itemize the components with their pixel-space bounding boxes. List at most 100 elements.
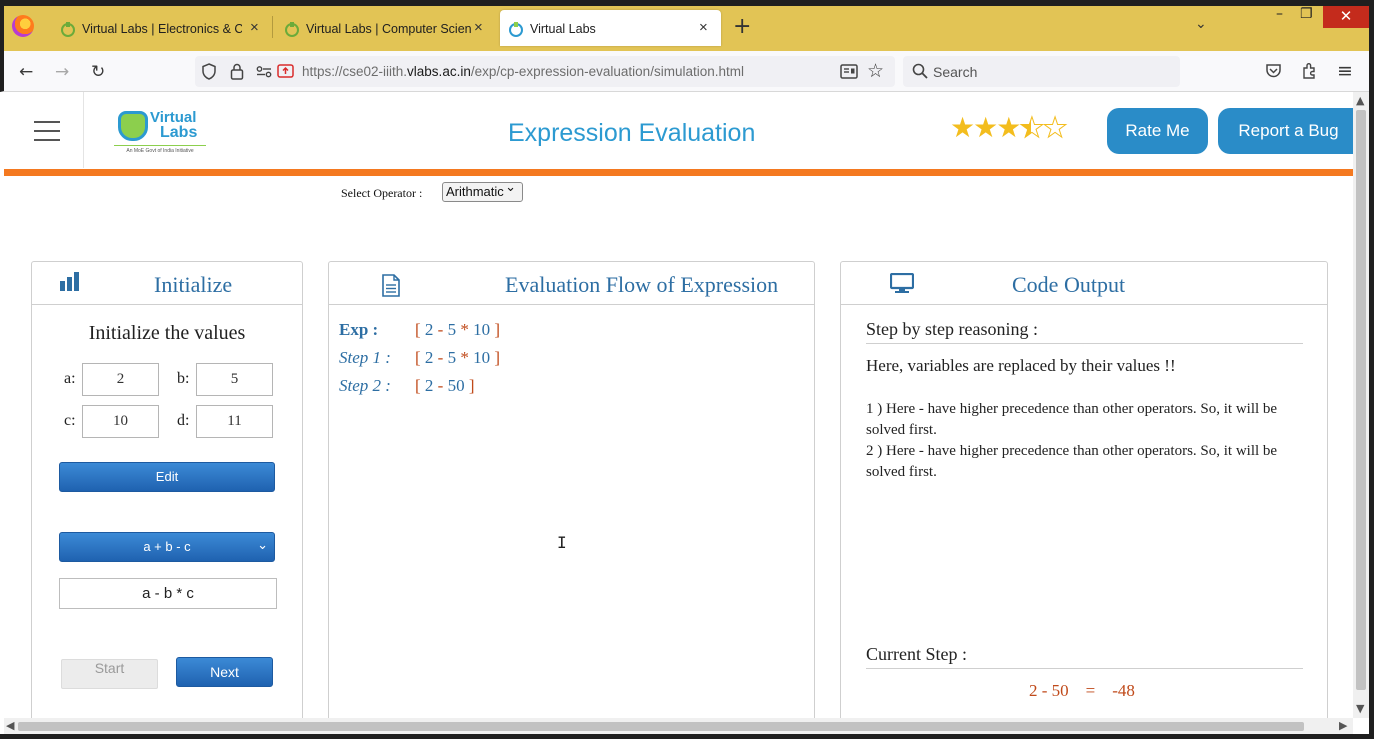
tab-close-icon[interactable]: ×	[474, 19, 483, 36]
star-rating[interactable]: ★★★★★	[950, 111, 1068, 145]
list-all-tabs-icon[interactable]: ⌄	[1195, 16, 1207, 32]
reasoning-intro: Here, variables are replaced by their va…	[866, 356, 1176, 375]
page-content: Virtual Labs An MoE Govt of India Initia…	[4, 92, 1353, 718]
star-icon[interactable]: ★	[950, 111, 975, 144]
tab-separator	[272, 16, 273, 38]
flow-row-expression: [ 2 - 50 ]	[415, 376, 475, 395]
var-a-input[interactable]: 2	[82, 363, 159, 396]
new-tab-icon[interactable]: +	[733, 14, 751, 39]
search-icon	[912, 63, 928, 79]
star-icon[interactable]: ★	[996, 111, 1021, 144]
operator-label: Select Operator :	[341, 186, 423, 200]
half-star-icon[interactable]: ★	[1019, 111, 1045, 145]
chevron-down-icon: ⌄	[257, 537, 268, 552]
reader-view-icon[interactable]	[840, 63, 858, 80]
next-button[interactable]: Next	[176, 657, 273, 687]
header-accent-bar	[4, 169, 1353, 176]
panel-header: Evaluation Flow of Expression	[329, 262, 814, 305]
browser-tab-virtual-labs[interactable]: Virtual Labs ×	[500, 10, 721, 46]
horizontal-scrollbar[interactable]: ◀ ▶	[4, 718, 1353, 734]
panel-title: Evaluation Flow of Expression	[505, 272, 779, 297]
tab-close-icon[interactable]: ×	[699, 19, 708, 36]
panel-header: Initialize	[32, 262, 302, 305]
bar-chart-icon	[60, 272, 79, 291]
start-button[interactable]: Start	[61, 659, 158, 689]
scroll-down-icon[interactable]: ▼	[1356, 702, 1364, 715]
empty-star-icon[interactable]: ★	[1042, 111, 1068, 145]
expression-select[interactable]: a + b - c ⌄	[59, 532, 275, 562]
virtual-labs-logo[interactable]: Virtual Labs An MoE Govt of India Initia…	[114, 107, 209, 155]
panel-header: Code Output	[841, 262, 1327, 305]
tab-label: Virtual Labs | Computer Science	[306, 22, 472, 36]
expression-select-value: a + b - c	[143, 539, 191, 554]
search-placeholder[interactable]: Search	[933, 64, 977, 80]
flow-row-expression: [ 2 - 5 * 10 ]	[415, 348, 501, 367]
forward-icon[interactable]: →	[55, 62, 69, 82]
reasoning-step: 1 ) Here - have higher precedence than o…	[866, 401, 1278, 438]
var-c-input[interactable]: 10	[82, 405, 159, 438]
document-icon	[382, 274, 400, 297]
extensions-icon[interactable]	[1301, 62, 1318, 79]
current-step-heading: Current Step :	[866, 644, 967, 664]
scrollbar-thumb[interactable]	[18, 722, 1304, 731]
page-title: Expression Evaluation	[508, 119, 756, 147]
star-icon[interactable]: ★	[973, 111, 998, 144]
divider	[866, 668, 1303, 669]
flow-row-label: Exp :	[339, 320, 379, 339]
operator-select[interactable]: Arithmatic	[442, 179, 523, 202]
window-frame	[1369, 0, 1374, 739]
init-subtitle: Initialize the values	[88, 322, 246, 344]
app-menu-icon[interactable]: ≡	[1337, 60, 1353, 82]
scrollbar-thumb[interactable]	[1356, 110, 1366, 690]
report-bug-button[interactable]: Report a Bug	[1218, 108, 1353, 154]
bookmark-star-icon[interactable]: ☆	[867, 60, 884, 82]
window-close-icon[interactable]: ✕	[1323, 6, 1369, 28]
var-a-label: a:	[64, 370, 76, 387]
permissions-icon[interactable]	[256, 65, 272, 78]
vertical-scrollbar[interactable]: ▲ ▼	[1353, 92, 1369, 718]
flow-row-label: Step 2 :	[339, 376, 391, 395]
minimize-icon[interactable]: –	[1276, 6, 1283, 22]
var-d-label: d:	[177, 412, 190, 429]
scroll-right-icon[interactable]: ▶	[1339, 719, 1347, 732]
edit-button[interactable]: Edit	[59, 462, 275, 492]
divider	[866, 343, 1303, 344]
var-c-label: c:	[64, 412, 76, 429]
back-icon[interactable]: ←	[19, 62, 33, 82]
window-frame	[0, 734, 1374, 739]
browser-tab-electronics[interactable]: Virtual Labs | Electronics & Com ×	[52, 10, 268, 46]
scroll-up-icon[interactable]: ▲	[1356, 94, 1364, 107]
expression-input[interactable]: a - b * c	[59, 578, 277, 609]
text-cursor-icon: I	[557, 533, 567, 552]
flask-icon	[118, 111, 148, 141]
firefox-logo-icon[interactable]	[12, 15, 34, 37]
pocket-icon[interactable]	[1265, 63, 1282, 79]
var-d-input[interactable]: 11	[196, 405, 273, 438]
virtual-labs-favicon-icon	[285, 22, 299, 37]
panel-title: Initialize	[154, 272, 233, 297]
menu-hamburger-icon[interactable]	[34, 121, 60, 141]
rate-me-button[interactable]: Rate Me	[1107, 108, 1208, 154]
evaluation-flow-panel: Evaluation Flow of Expression Exp : [ 2 …	[328, 261, 815, 718]
tab-label: Virtual Labs | Electronics & Com	[82, 22, 242, 36]
virtual-labs-favicon-icon	[509, 22, 523, 37]
reasoning-heading: Step by step reasoning :	[866, 319, 1038, 339]
url-text[interactable]: https://cse02-iiith.vlabs.ac.in/exp/cp-e…	[302, 64, 744, 79]
panel-title: Code Output	[1012, 272, 1126, 297]
current-step-value: 2 - 50 = -48	[1029, 681, 1135, 700]
tab-label: Virtual Labs	[530, 22, 596, 36]
var-b-input[interactable]: 5	[196, 363, 273, 396]
reasoning-step: 2 ) Here - have higher precedence than o…	[866, 443, 1278, 480]
reload-icon[interactable]: ↻	[91, 62, 105, 82]
tab-close-icon[interactable]: ×	[250, 19, 259, 36]
scroll-left-icon[interactable]: ◀	[6, 719, 14, 732]
virtual-labs-favicon-icon	[61, 22, 75, 37]
initialize-panel: Initialize Initialize the values a: 2 b:…	[31, 261, 303, 718]
restore-icon[interactable]: ❐	[1300, 6, 1313, 22]
browser-tab-computer-science[interactable]: Virtual Labs | Computer Science ×	[276, 10, 492, 46]
lock-icon[interactable]	[230, 63, 244, 80]
pip-icon[interactable]	[277, 63, 294, 79]
shield-icon[interactable]	[201, 63, 217, 80]
var-b-label: b:	[177, 370, 190, 387]
flow-row-label: Step 1 :	[339, 348, 391, 367]
